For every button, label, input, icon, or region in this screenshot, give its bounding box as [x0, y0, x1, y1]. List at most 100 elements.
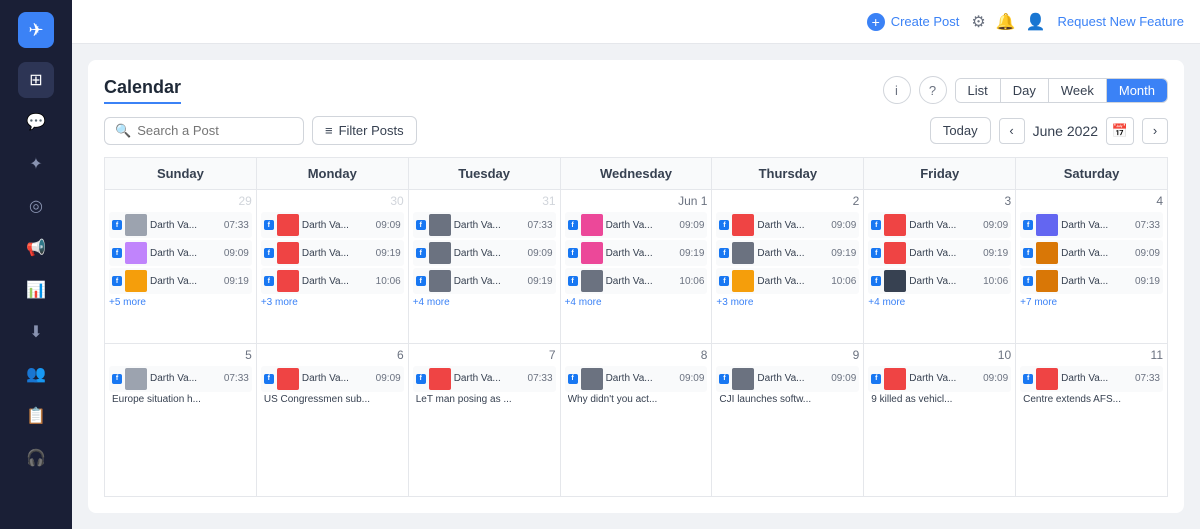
search-input[interactable] — [137, 123, 293, 138]
view-list-btn[interactable]: List — [956, 79, 1001, 102]
header-wednesday: Wednesday — [561, 158, 713, 190]
post-thumb — [732, 242, 754, 264]
post-item[interactable]: f Darth Va... 07:33 — [413, 366, 556, 392]
day-num-5: 5 — [109, 348, 252, 362]
post-item[interactable]: f Darth Va... 09:09 — [868, 366, 1011, 392]
view-day-btn[interactable]: Day — [1001, 79, 1049, 102]
post-item[interactable]: f Darth Va... 09:09 — [716, 366, 859, 392]
day-num-31: 31 — [413, 194, 556, 208]
header-tuesday: Tuesday — [409, 158, 561, 190]
topnav-icons: ⚙ 🔔 👤 — [971, 12, 1045, 32]
sidebar-icon-content[interactable]: 📋 — [18, 398, 54, 434]
post-text: Why didn't you act... — [568, 394, 705, 405]
post-item[interactable]: Why didn't you act... — [565, 394, 708, 405]
next-month-btn[interactable]: › — [1142, 118, 1168, 144]
post-item[interactable]: f Darth Va... 09:19 — [716, 240, 859, 266]
info-btn[interactable]: i — [883, 76, 911, 104]
settings-icon[interactable]: ⚙ — [971, 12, 985, 32]
post-text: Darth Va... — [606, 248, 677, 259]
post-time: 07:33 — [1135, 220, 1160, 231]
post-item[interactable]: f Darth Va... 09:09 — [413, 240, 556, 266]
post-item[interactable]: f Darth Va... 09:19 — [565, 240, 708, 266]
facebook-icon: f — [1023, 220, 1033, 230]
more-link[interactable]: +5 more — [109, 296, 252, 309]
post-item[interactable]: Centre extends AFS... — [1020, 394, 1163, 405]
post-text: Darth Va... — [150, 220, 221, 231]
post-item[interactable]: US Congressmen sub... — [261, 394, 404, 405]
more-link[interactable]: +3 more — [716, 296, 859, 309]
post-thumb — [732, 270, 754, 292]
calendar-header-right: i ? List Day Week Month — [883, 76, 1169, 104]
view-week-btn[interactable]: Week — [1049, 79, 1107, 102]
post-thumb — [884, 368, 906, 390]
facebook-icon: f — [568, 248, 578, 258]
calendar-picker-btn[interactable]: 📅 — [1106, 117, 1134, 145]
post-item[interactable]: LeT man posing as ... — [413, 394, 556, 405]
header-monday: Monday — [257, 158, 409, 190]
post-item[interactable]: f Darth Va... 10:06 — [565, 268, 708, 294]
sidebar-icon-publish[interactable]: ⬇ — [18, 314, 54, 350]
post-item[interactable]: f Darth Va... 07:33 — [1020, 212, 1163, 238]
post-time: 09:09 — [1135, 248, 1160, 259]
today-btn[interactable]: Today — [930, 117, 991, 144]
post-item[interactable]: f Darth Va... 09:19 — [261, 240, 404, 266]
post-item[interactable]: f Darth Va... 09:19 — [868, 240, 1011, 266]
sidebar-icon-support[interactable]: 🎧 — [18, 440, 54, 476]
post-item[interactable]: f Darth Va... 09:19 — [109, 268, 252, 294]
sidebar-icon-reports[interactable]: 📊 — [18, 272, 54, 308]
day-num-29: 29 — [109, 194, 252, 208]
post-item[interactable]: CJI launches softw... — [716, 394, 859, 405]
view-month-btn[interactable]: Month — [1107, 79, 1167, 102]
post-item[interactable]: f Darth Va... 09:09 — [1020, 240, 1163, 266]
post-item[interactable]: f Darth Va... 09:09 — [565, 212, 708, 238]
post-item[interactable]: f Darth Va... 10:06 — [868, 268, 1011, 294]
sidebar-icon-messages[interactable]: 💬 — [18, 104, 54, 140]
day-cell-11: 11 f Darth Va... 07:33 Centre extends AF… — [1016, 344, 1168, 497]
sidebar-icon-engage[interactable]: ◎ — [18, 188, 54, 224]
day-num-9: 9 — [716, 348, 859, 362]
post-item[interactable]: f Darth Va... 09:09 — [716, 212, 859, 238]
sidebar-icon-audience[interactable]: 👥 — [18, 356, 54, 392]
post-item[interactable]: f Darth Va... 07:33 — [1020, 366, 1163, 392]
create-post-btn[interactable]: + Create Post — [867, 13, 960, 31]
post-item[interactable]: f Darth Va... 09:09 — [565, 366, 708, 392]
post-item[interactable]: f Darth Va... 09:19 — [1020, 268, 1163, 294]
day-headers: Sunday Monday Tuesday Wednesday Thursday… — [104, 157, 1168, 190]
help-btn[interactable]: ? — [919, 76, 947, 104]
post-text: Darth Va... — [302, 248, 373, 259]
request-feature-btn[interactable]: Request New Feature — [1058, 14, 1184, 29]
post-item[interactable]: f Darth Va... 07:33 — [109, 366, 252, 392]
post-item[interactable]: f Darth Va... 09:09 — [868, 212, 1011, 238]
post-text: Darth Va... — [757, 373, 828, 384]
post-item[interactable]: f Darth Va... 09:19 — [413, 268, 556, 294]
notifications-icon[interactable]: 🔔 — [996, 12, 1016, 32]
post-thumb — [884, 270, 906, 292]
day-cell-6: 6 f Darth Va... 09:09 US Congressmen sub… — [257, 344, 409, 497]
filter-posts-btn[interactable]: ≡ Filter Posts — [312, 116, 417, 145]
post-item[interactable]: f Darth Va... 09:09 — [261, 366, 404, 392]
post-item[interactable]: f Darth Va... 07:33 — [109, 212, 252, 238]
post-item[interactable]: f Darth Va... 09:09 — [261, 212, 404, 238]
profile-icon[interactable]: 👤 — [1026, 12, 1046, 32]
more-link[interactable]: +4 more — [413, 296, 556, 309]
sidebar-icon-campaigns[interactable]: 📢 — [18, 230, 54, 266]
facebook-icon: f — [568, 220, 578, 230]
day-num-30: 30 — [261, 194, 404, 208]
prev-month-btn[interactable]: ‹ — [999, 118, 1025, 144]
more-link[interactable]: +7 more — [1020, 296, 1163, 309]
post-thumb — [581, 214, 603, 236]
more-link[interactable]: +3 more — [261, 296, 404, 309]
more-link[interactable]: +4 more — [565, 296, 708, 309]
sidebar-icon-analytics[interactable]: ✦ — [18, 146, 54, 182]
more-link[interactable]: +4 more — [868, 296, 1011, 309]
post-item[interactable]: 9 killed as vehicl... — [868, 394, 1011, 405]
post-item[interactable]: f Darth Va... 07:33 — [413, 212, 556, 238]
post-item[interactable]: f Darth Va... 10:06 — [261, 268, 404, 294]
day-cell-2: 2 f Darth Va... 09:09 f Darth Va... — [712, 190, 864, 343]
post-item[interactable]: Europe situation h... — [109, 394, 252, 405]
post-item[interactable]: f Darth Va... 09:09 — [109, 240, 252, 266]
sidebar-icon-dashboard[interactable]: ⊞ — [18, 62, 54, 98]
post-item[interactable]: f Darth Va... 10:06 — [716, 268, 859, 294]
facebook-icon: f — [568, 276, 578, 286]
day-cell-9: 9 f Darth Va... 09:09 CJI launches softw… — [712, 344, 864, 497]
